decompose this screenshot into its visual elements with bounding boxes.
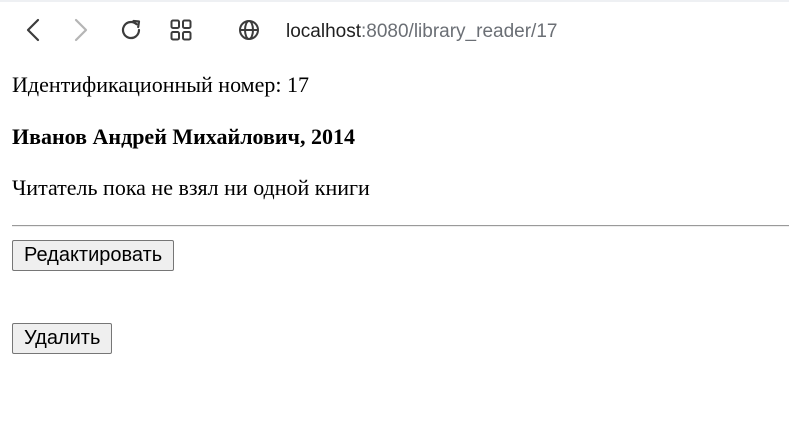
globe-icon[interactable] bbox=[235, 16, 263, 44]
forward-icon[interactable] bbox=[67, 16, 95, 44]
back-icon[interactable] bbox=[19, 16, 47, 44]
reload-icon[interactable] bbox=[117, 16, 145, 44]
reader-id-text: Идентификационный номер: 17 bbox=[12, 72, 309, 97]
url-host: localhost bbox=[286, 21, 361, 42]
address-bar[interactable]: localhost:8080/library_reader/17 bbox=[286, 20, 557, 44]
edit-button[interactable]: Редактировать bbox=[12, 240, 175, 271]
no-books-message: Читатель пока не взял ни одной книги bbox=[12, 175, 370, 200]
divider bbox=[12, 225, 789, 227]
url-path: :8080/library_reader/17 bbox=[361, 21, 558, 42]
reader-name-year: Иванов Андрей Михайлович, 2014 bbox=[12, 124, 355, 149]
browser-toolbar: localhost:8080/library_reader/17 bbox=[0, 0, 789, 62]
delete-button[interactable]: Удалить bbox=[12, 323, 113, 354]
apps-grid-icon[interactable] bbox=[167, 16, 195, 44]
